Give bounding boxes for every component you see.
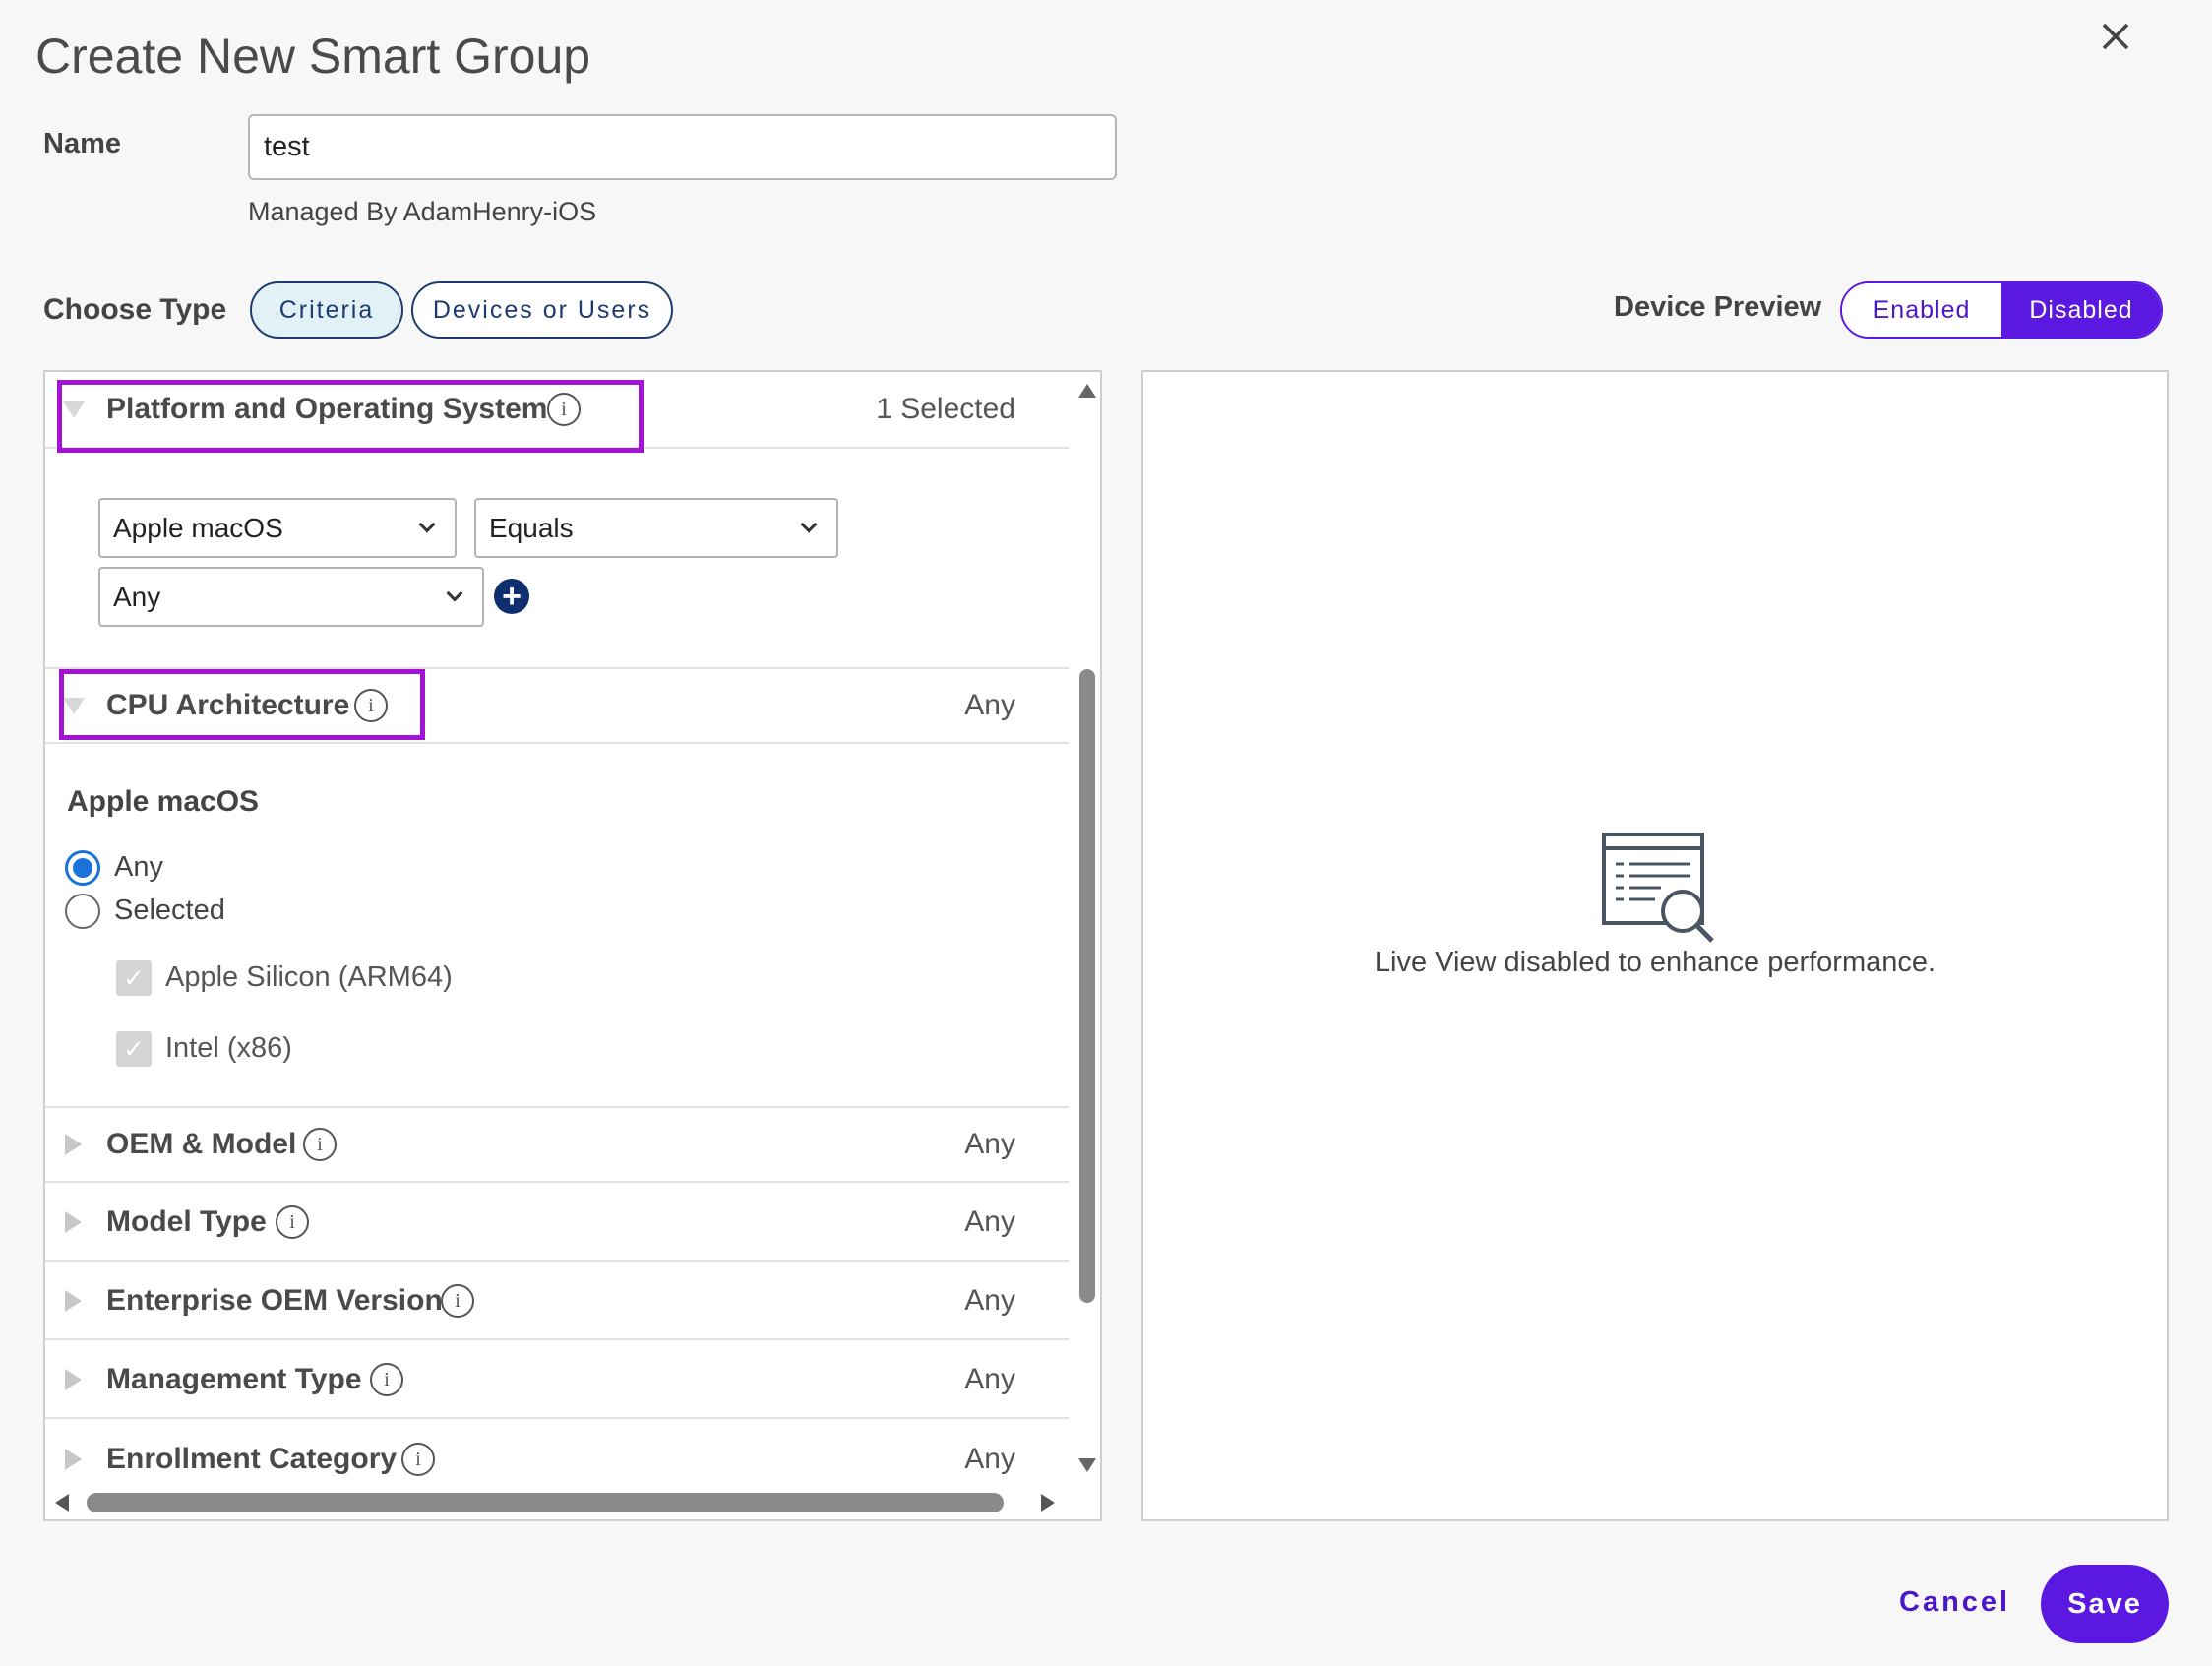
scroll-down-arrow-icon[interactable] [1078,1458,1096,1472]
info-icon[interactable]: i [303,1128,337,1161]
select-value: Apple macOS [113,512,283,543]
save-button[interactable]: Save [2041,1565,2169,1643]
select-value: Any [113,581,161,612]
operator-select[interactable]: Equals [474,498,838,558]
radio-any-label: Any [114,851,163,883]
radio-selected-label: Selected [114,895,225,926]
criteria-row-value: Any [964,689,1015,721]
chevron-down-icon [446,585,463,602]
expand-triangle-icon [65,1134,82,1155]
criteria-row-value: Any [964,1284,1015,1317]
vertical-scrollbar[interactable] [1073,372,1098,1494]
criteria-row-value: Any [964,1363,1015,1395]
dialog-title: Create New Smart Group [35,29,591,84]
radio-selected[interactable] [65,894,100,929]
checkbox-intel-label: Intel (x86) [165,1032,292,1064]
scroll-up-arrow-icon[interactable] [1078,384,1096,398]
document-search-icon [1600,831,1722,950]
name-label: Name [43,128,121,159]
info-icon[interactable]: i [276,1205,309,1239]
info-icon[interactable]: i [441,1284,474,1318]
criteria-type-button[interactable]: Criteria [250,281,403,339]
criteria-row-label: Enterprise OEM Version [106,1284,443,1317]
criteria-row-value: Any [964,1128,1015,1160]
expand-triangle-icon [65,1449,82,1470]
scroll-left-arrow-icon[interactable] [55,1494,69,1512]
add-criteria-plus-icon[interactable]: + [494,579,529,614]
expand-triangle-icon [65,1290,82,1312]
expand-triangle-icon [65,1369,82,1390]
name-input[interactable] [248,114,1117,180]
checkbox-intel: ✓ [116,1031,152,1067]
horizontal-scrollbar[interactable] [45,1486,1100,1519]
checkbox-arm64: ✓ [116,960,152,996]
criteria-row-label: Model Type [106,1205,267,1238]
cpu-subheading: Apple macOS [67,785,260,818]
managed-by-text: Managed By AdamHenry-iOS [248,197,597,226]
chevron-down-icon [800,516,818,533]
scroll-right-arrow-icon[interactable] [1041,1494,1055,1512]
criteria-row-value: 1 Selected [876,393,1015,425]
criteria-row-label: Enrollment Category [106,1443,398,1475]
criteria-row-label: Management Type [106,1363,362,1395]
devices-or-users-type-button[interactable]: Devices or Users [411,281,673,339]
highlight-box [57,380,644,453]
device-preview-panel: Live View disabled to enhance performanc… [1141,370,2169,1521]
info-icon[interactable]: i [370,1363,403,1396]
preview-enabled-button[interactable]: Enabled [1842,283,2001,337]
radio-any[interactable] [65,850,100,886]
criteria-panel: Platform and Operating System i 1 Select… [43,370,1102,1521]
close-icon[interactable] [2091,12,2140,61]
expand-triangle-icon [65,1211,82,1233]
preview-disabled-message: Live View disabled to enhance performanc… [1374,947,1936,978]
criteria-row-management-type[interactable]: Management Type i Any [45,1342,1069,1419]
device-preview-label: Device Preview [1614,291,1822,323]
version-select[interactable]: Any [98,567,484,627]
criteria-row-model-type[interactable]: Model Type i Any [45,1185,1069,1262]
criteria-row-value: Any [964,1443,1015,1475]
criteria-row-enterprise-oem-version[interactable]: Enterprise OEM Version i Any [45,1264,1069,1340]
os-select[interactable]: Apple macOS [98,498,457,558]
checkbox-arm64-label: Apple Silicon (ARM64) [165,961,453,993]
preview-disabled-button[interactable]: Disabled [2001,283,2161,337]
vertical-scroll-thumb[interactable] [1079,669,1095,1303]
cancel-button[interactable]: Cancel [1899,1586,2010,1619]
criteria-row-oem-model[interactable]: OEM & Model i Any [45,1106,1069,1183]
choose-type-label: Choose Type [43,293,227,326]
highlight-box [59,669,425,740]
select-value: Equals [489,512,574,543]
horizontal-scroll-thumb[interactable] [87,1493,1004,1512]
info-icon[interactable]: i [401,1443,435,1476]
criteria-row-value: Any [964,1205,1015,1238]
chevron-down-icon [418,516,436,533]
device-preview-toggle: Enabled Disabled [1840,281,2163,339]
criteria-row-label: OEM & Model [106,1128,297,1160]
